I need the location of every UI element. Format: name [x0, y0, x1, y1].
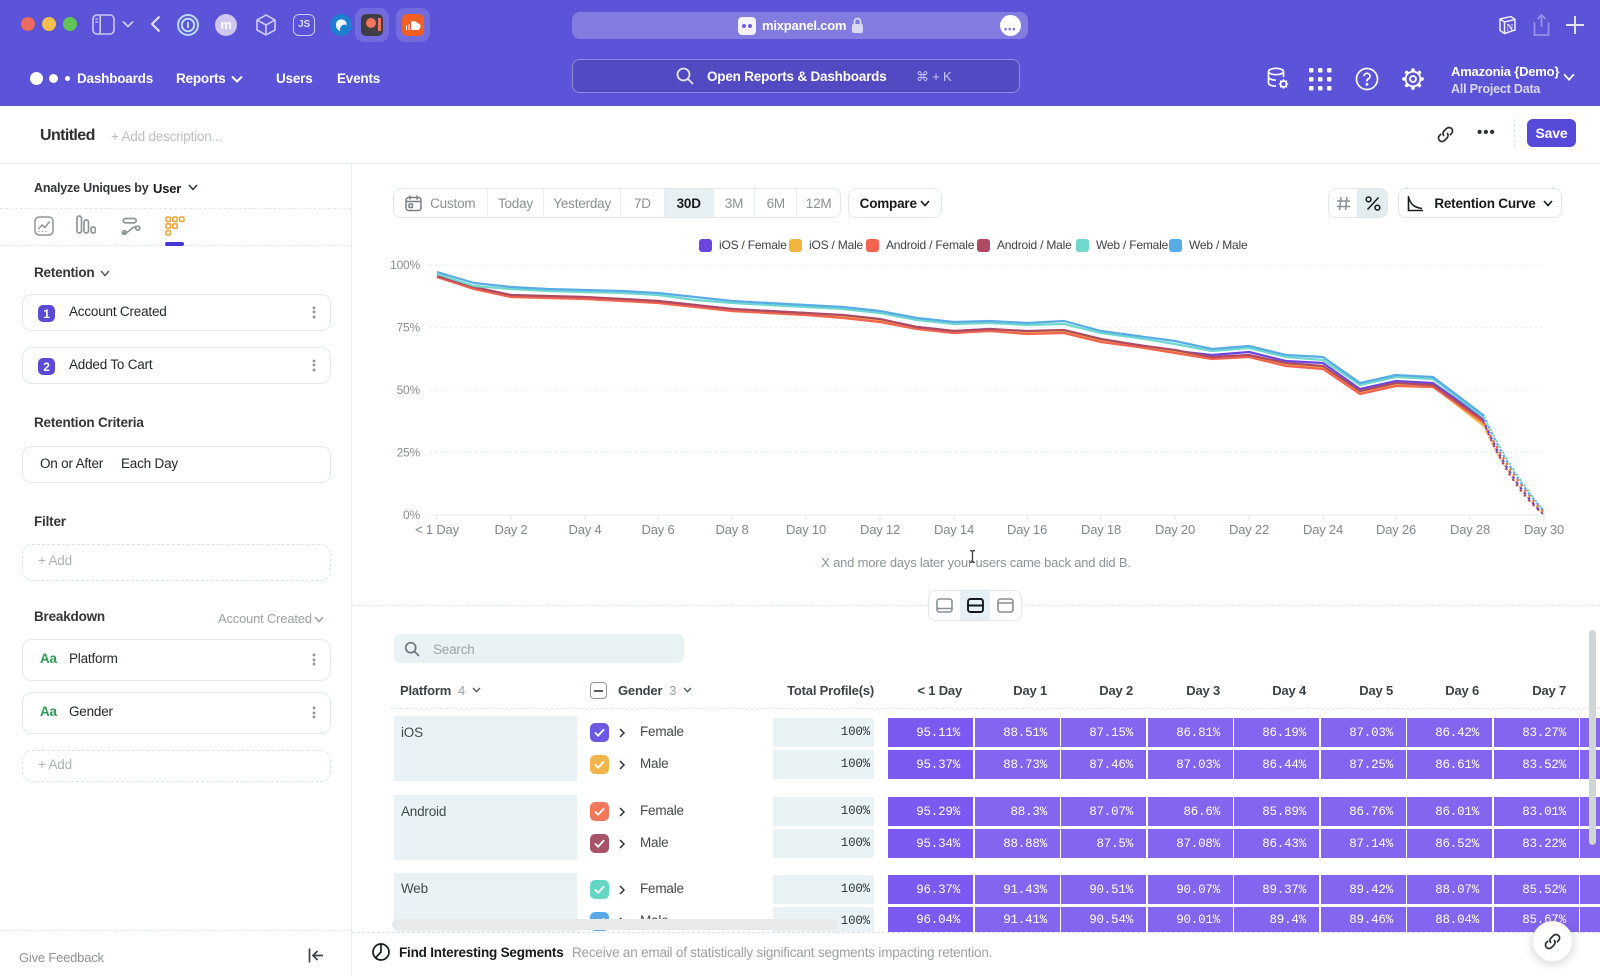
svg-text:75%: 75% — [397, 321, 421, 335]
svg-text:25%: 25% — [397, 446, 421, 460]
svg-text:50%: 50% — [397, 383, 421, 397]
svg-text:Day 30: Day 30 — [1524, 522, 1564, 537]
svg-text:Day 2: Day 2 — [495, 522, 528, 537]
svg-text:Day 16: Day 16 — [1007, 522, 1047, 537]
svg-text:Day 14: Day 14 — [934, 522, 974, 537]
svg-text:Day 28: Day 28 — [1450, 522, 1490, 537]
svg-text:Day 22: Day 22 — [1229, 522, 1269, 537]
svg-text:Day 18: Day 18 — [1081, 522, 1121, 537]
svg-text:Day 24: Day 24 — [1303, 522, 1343, 537]
svg-text:Day 20: Day 20 — [1155, 522, 1195, 537]
svg-text:Day 10: Day 10 — [786, 522, 826, 537]
svg-text:100%: 100% — [390, 258, 420, 272]
svg-text:Day 26: Day 26 — [1376, 522, 1416, 537]
svg-text:0%: 0% — [403, 508, 420, 522]
svg-text:Day 4: Day 4 — [569, 522, 602, 537]
svg-text:< 1 Day: < 1 Day — [415, 522, 459, 537]
svg-text:N: N — [1507, 22, 1514, 32]
svg-text:Day 8: Day 8 — [716, 522, 749, 537]
svg-text:Day 6: Day 6 — [642, 522, 675, 537]
svg-text:Day 12: Day 12 — [860, 522, 900, 537]
